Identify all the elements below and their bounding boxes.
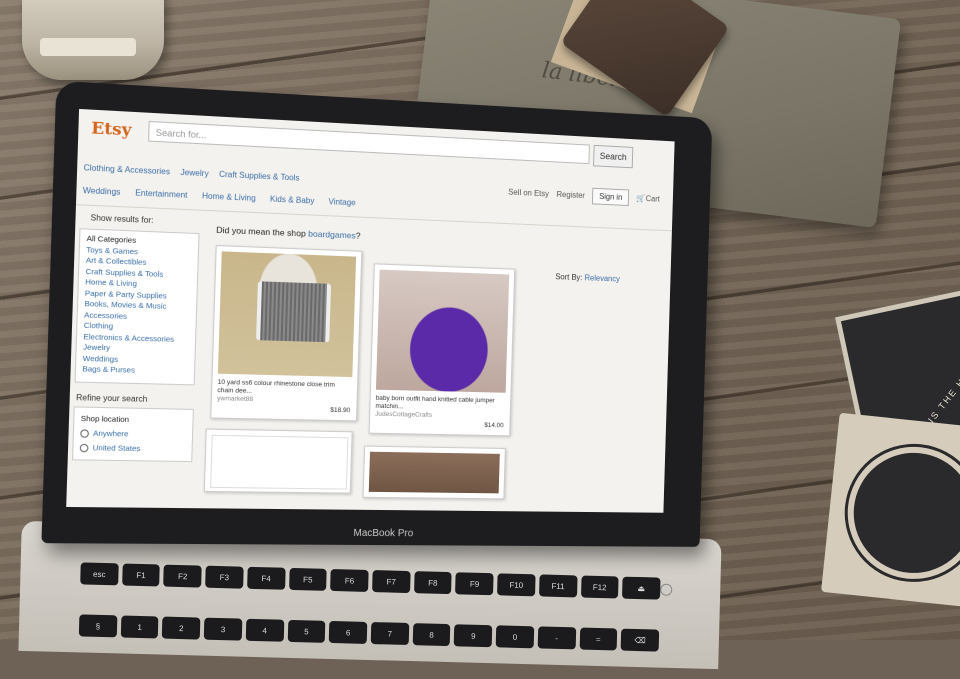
signin-button[interactable]: Sign in bbox=[592, 187, 630, 207]
register-link[interactable]: Register bbox=[556, 190, 585, 200]
nav-kids-baby[interactable]: Kids & Baby bbox=[270, 194, 315, 205]
category-list: All Categories Toys & Games Art & Collec… bbox=[74, 228, 200, 385]
key[interactable]: F11 bbox=[538, 574, 578, 598]
nav-clothing[interactable]: Clothing & Accessories bbox=[83, 163, 170, 176]
refine-title: Refine your search bbox=[76, 392, 148, 404]
listing-price: $18.90 bbox=[330, 406, 351, 415]
etsy-logo[interactable]: Etsy bbox=[91, 118, 132, 140]
nav-vintage[interactable]: Vintage bbox=[328, 197, 355, 207]
laptop-model-label: MacBook Pro bbox=[353, 527, 414, 540]
sell-link[interactable]: Sell on Etsy bbox=[508, 188, 549, 199]
laptop-screen: Etsy Search for... Search Clothing & Acc… bbox=[66, 108, 675, 513]
listing-card[interactable]: 10 yard ss6 colour rhinestone close trim… bbox=[210, 245, 363, 422]
listing-card[interactable] bbox=[362, 445, 506, 500]
listing-card[interactable] bbox=[203, 428, 353, 494]
nav-jewelry[interactable]: Jewelry bbox=[180, 168, 209, 179]
key[interactable]: F6 bbox=[330, 568, 369, 592]
key[interactable]: 6 bbox=[329, 620, 368, 644]
key[interactable]: esc bbox=[80, 562, 119, 586]
sidebar: Show results for: All Categories Toys & … bbox=[71, 211, 206, 462]
category-item[interactable]: Bags & Purses bbox=[82, 364, 188, 377]
key[interactable]: F7 bbox=[372, 570, 411, 594]
key[interactable]: 9 bbox=[454, 624, 493, 648]
cart-icon: 🛒 bbox=[636, 193, 646, 203]
radio-icon[interactable] bbox=[79, 443, 89, 452]
location-label: United States bbox=[92, 442, 141, 453]
search-button[interactable]: Search bbox=[593, 144, 634, 169]
location-option-us[interactable]: United States bbox=[79, 440, 186, 456]
key[interactable]: F2 bbox=[163, 564, 202, 588]
did-you-mean-suffix: ? bbox=[355, 230, 361, 241]
sort-by: Sort By: Relevancy bbox=[555, 272, 620, 283]
listing-image[interactable] bbox=[217, 251, 357, 378]
key[interactable]: ⏏ bbox=[622, 576, 661, 600]
cart-label: Cart bbox=[645, 194, 660, 204]
power-icon[interactable] bbox=[660, 583, 673, 596]
key[interactable]: F4 bbox=[246, 566, 286, 590]
location-label: Anywhere bbox=[92, 428, 129, 438]
radio-icon[interactable] bbox=[80, 428, 90, 438]
sort-select[interactable]: Relevancy bbox=[584, 273, 620, 283]
listing-price: $14.00 bbox=[484, 421, 504, 430]
key[interactable]: F1 bbox=[121, 563, 161, 587]
nav-entertainment[interactable]: Entertainment bbox=[135, 188, 187, 200]
nav-weddings[interactable]: Weddings bbox=[83, 186, 121, 197]
coaster-ornate bbox=[821, 412, 960, 608]
key[interactable]: 8 bbox=[412, 623, 451, 647]
key[interactable]: F9 bbox=[455, 572, 494, 596]
nav-craft-supplies[interactable]: Craft Supplies & Tools bbox=[219, 170, 300, 183]
listing-image[interactable] bbox=[210, 434, 349, 490]
key[interactable]: = bbox=[579, 627, 618, 651]
sort-label: Sort By: bbox=[555, 272, 585, 283]
key[interactable]: 7 bbox=[370, 622, 409, 646]
key[interactable]: § bbox=[78, 614, 118, 638]
key[interactable]: ⌫ bbox=[620, 628, 660, 652]
listing-shop[interactable]: JudesCottageCrafts bbox=[375, 411, 505, 421]
key[interactable]: F5 bbox=[288, 567, 327, 591]
key[interactable]: 4 bbox=[245, 618, 284, 642]
laptop-lid: Etsy Search for... Search Clothing & Acc… bbox=[41, 80, 713, 547]
key[interactable]: F10 bbox=[497, 573, 536, 597]
listing-image[interactable] bbox=[375, 269, 510, 393]
nav-home-living[interactable]: Home & Living bbox=[202, 191, 256, 203]
key[interactable]: 3 bbox=[203, 617, 243, 641]
listing-image[interactable] bbox=[368, 451, 500, 494]
did-you-mean-link[interactable]: boardgames bbox=[308, 229, 356, 241]
key[interactable]: 1 bbox=[120, 615, 159, 639]
search-input[interactable]: Search for... bbox=[148, 120, 590, 165]
jar bbox=[22, 0, 164, 80]
key[interactable]: 2 bbox=[162, 616, 201, 640]
key[interactable]: F3 bbox=[205, 565, 244, 589]
location-option-anywhere[interactable]: Anywhere bbox=[80, 426, 186, 442]
sidebar-title: Show results for: bbox=[90, 213, 154, 226]
key[interactable]: 5 bbox=[287, 619, 326, 643]
key[interactable]: F8 bbox=[413, 571, 453, 595]
did-you-mean-prefix: Did you mean the shop bbox=[216, 224, 309, 239]
shop-location-title: Shop location bbox=[80, 413, 130, 424]
keyboard: esc F1 F2 F3 F4 F5 F6 F7 F8 F9 F10 F11 F… bbox=[78, 562, 661, 677]
key[interactable]: - bbox=[537, 626, 576, 650]
results-area: Did you mean the shop boardgames? Sort B… bbox=[203, 216, 659, 500]
jar-label bbox=[40, 38, 136, 56]
key[interactable]: 0 bbox=[495, 625, 535, 649]
shop-location-box: Shop location Anywhere United States bbox=[71, 405, 194, 462]
key[interactable]: F12 bbox=[580, 575, 619, 599]
account-nav: Sell on Etsy Register Sign in 🛒Cart bbox=[508, 184, 660, 208]
coaster-emblem bbox=[841, 440, 960, 586]
listing-card[interactable]: baby born outfit hand knitted cable jump… bbox=[368, 263, 516, 437]
cart-link[interactable]: 🛒Cart bbox=[636, 194, 660, 204]
